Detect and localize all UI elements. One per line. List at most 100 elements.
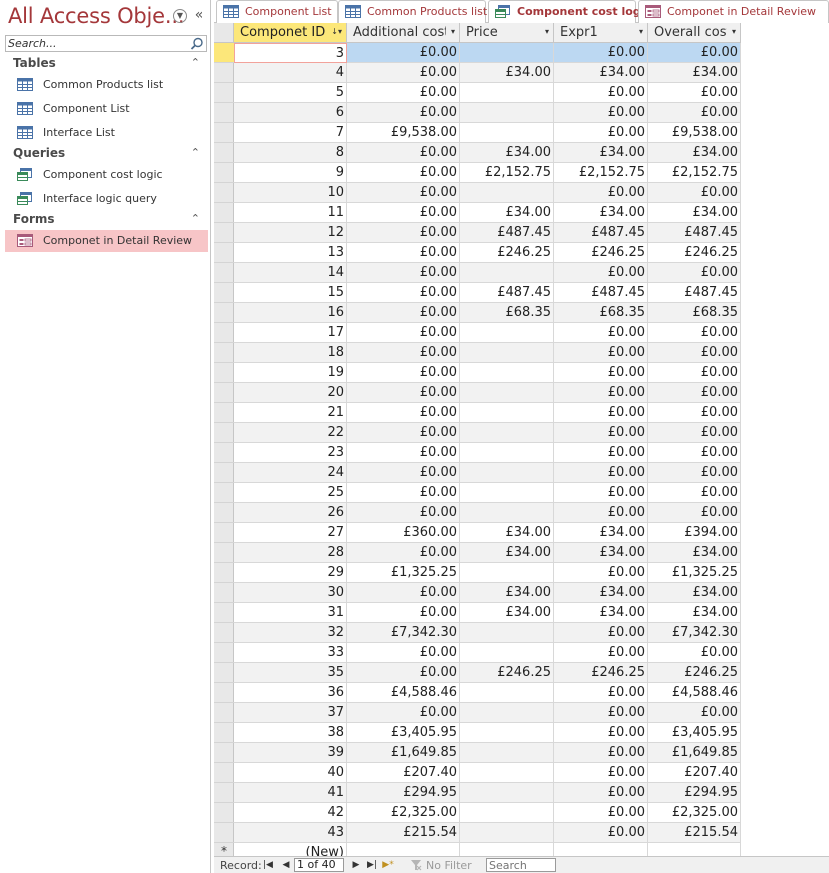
- table-cell[interactable]: £0.00: [648, 103, 741, 123]
- column-header-price[interactable]: Price ▾: [460, 23, 554, 43]
- table-cell[interactable]: £34.00: [554, 143, 648, 163]
- table-cell[interactable]: £0.00: [347, 483, 460, 503]
- table-cell[interactable]: 26: [234, 503, 347, 523]
- table-cell[interactable]: 39: [234, 743, 347, 763]
- table-cell[interactable]: £34.00: [554, 603, 648, 623]
- table-cell[interactable]: £0.00: [554, 363, 648, 383]
- table-cell[interactable]: 33: [234, 643, 347, 663]
- record-selector[interactable]: [214, 103, 234, 123]
- table-cell[interactable]: £0.00: [347, 383, 460, 403]
- table-cell[interactable]: £0.00: [347, 143, 460, 163]
- record-selector[interactable]: [214, 283, 234, 303]
- table-cell[interactable]: £487.45: [648, 283, 741, 303]
- record-selector[interactable]: [214, 123, 234, 143]
- nav-item-common-products-list[interactable]: Common Products list: [5, 74, 208, 96]
- table-cell[interactable]: [460, 783, 554, 803]
- table-cell[interactable]: [460, 323, 554, 343]
- nav-group-queries[interactable]: Queries ⌃: [5, 145, 208, 163]
- table-cell[interactable]: £0.00: [347, 503, 460, 523]
- table-cell[interactable]: £246.25: [648, 663, 741, 683]
- table-cell[interactable]: £68.35: [554, 303, 648, 323]
- table-cell[interactable]: £34.00: [648, 63, 741, 83]
- record-selector[interactable]: [214, 583, 234, 603]
- table-cell[interactable]: £0.00: [554, 263, 648, 283]
- table-row[interactable]: 14 £0.00 £0.00 £0.00: [214, 263, 829, 283]
- record-selector[interactable]: [214, 243, 234, 263]
- record-selector[interactable]: [214, 63, 234, 83]
- table-cell[interactable]: [460, 43, 554, 63]
- table-cell[interactable]: 11: [234, 203, 347, 223]
- table-cell[interactable]: £0.00: [648, 423, 741, 443]
- table-row[interactable]: 35 £0.00 £246.25 £246.25 £246.25: [214, 663, 829, 683]
- record-selector[interactable]: [214, 643, 234, 663]
- table-cell[interactable]: [460, 263, 554, 283]
- record-selector[interactable]: [214, 83, 234, 103]
- table-cell[interactable]: £0.00: [347, 343, 460, 363]
- table-cell[interactable]: £0.00: [554, 503, 648, 523]
- record-selector[interactable]: [214, 523, 234, 543]
- table-row[interactable]: 32 £7,342.30 £0.00 £7,342.30: [214, 623, 829, 643]
- table-cell[interactable]: 30: [234, 583, 347, 603]
- table-cell[interactable]: £4,588.46: [347, 683, 460, 703]
- table-cell[interactable]: £215.54: [347, 823, 460, 843]
- record-selector[interactable]: [214, 463, 234, 483]
- table-cell[interactable]: £0.00: [347, 463, 460, 483]
- table-cell[interactable]: 13: [234, 243, 347, 263]
- table-cell[interactable]: £0.00: [347, 163, 460, 183]
- table-cell[interactable]: £0.00: [347, 663, 460, 683]
- table-cell[interactable]: £0.00: [554, 383, 648, 403]
- table-cell[interactable]: £0.00: [554, 183, 648, 203]
- table-cell[interactable]: £0.00: [648, 263, 741, 283]
- tab-componet-in-detail-review[interactable]: Componet in Detail Review: [638, 0, 829, 23]
- table-cell[interactable]: £0.00: [554, 743, 648, 763]
- table-cell[interactable]: 35: [234, 663, 347, 683]
- record-selector[interactable]: [214, 183, 234, 203]
- table-cell[interactable]: 10: [234, 183, 347, 203]
- record-selector[interactable]: [214, 563, 234, 583]
- record-selector[interactable]: [214, 483, 234, 503]
- table-cell[interactable]: £215.54: [648, 823, 741, 843]
- table-cell[interactable]: £207.40: [648, 763, 741, 783]
- table-cell[interactable]: £0.00: [347, 603, 460, 623]
- table-cell[interactable]: £34.00: [648, 203, 741, 223]
- table-cell[interactable]: £0.00: [347, 323, 460, 343]
- record-selector[interactable]: [214, 303, 234, 323]
- table-cell[interactable]: £0.00: [648, 703, 741, 723]
- nav-search-input[interactable]: [8, 37, 188, 50]
- table-cell[interactable]: £0.00: [347, 63, 460, 83]
- table-cell[interactable]: £0.00: [648, 463, 741, 483]
- table-cell[interactable]: £34.00: [460, 143, 554, 163]
- table-cell[interactable]: £0.00: [347, 643, 460, 663]
- record-selector[interactable]: [214, 423, 234, 443]
- table-cell[interactable]: £68.35: [648, 303, 741, 323]
- previous-record-icon[interactable]: ◀: [280, 859, 292, 871]
- nav-item-componet-in-detail-review[interactable]: Componet in Detail Review: [5, 230, 208, 252]
- table-cell[interactable]: [460, 443, 554, 463]
- table-cell[interactable]: £3,405.95: [347, 723, 460, 743]
- record-selector[interactable]: [214, 783, 234, 803]
- table-row[interactable]: 38 £3,405.95 £0.00 £3,405.95: [214, 723, 829, 743]
- shutter-bar-collapse-icon[interactable]: «: [192, 6, 206, 24]
- table-row[interactable]: 30 £0.00 £34.00 £34.00 £34.00: [214, 583, 829, 603]
- table-row[interactable]: 26 £0.00 £0.00 £0.00: [214, 503, 829, 523]
- table-row[interactable]: 5 £0.00 £0.00 £0.00: [214, 83, 829, 103]
- record-selector[interactable]: [214, 43, 234, 63]
- chevron-up-icon[interactable]: ⌃: [191, 212, 200, 225]
- table-cell[interactable]: 15: [234, 283, 347, 303]
- record-selector[interactable]: [214, 203, 234, 223]
- table-cell[interactable]: £34.00: [554, 523, 648, 543]
- table-cell[interactable]: £294.95: [648, 783, 741, 803]
- table-cell[interactable]: 25: [234, 483, 347, 503]
- table-row[interactable]: 19 £0.00 £0.00 £0.00: [214, 363, 829, 383]
- tab-component-list[interactable]: Component List: [216, 0, 338, 23]
- table-cell[interactable]: £0.00: [554, 403, 648, 423]
- table-row[interactable]: 33 £0.00 £0.00 £0.00: [214, 643, 829, 663]
- filter-dropdown-icon[interactable]: ▾: [639, 27, 643, 36]
- nav-item-interface-logic-query[interactable]: Interface logic query: [5, 188, 208, 210]
- table-row[interactable]: 42 £2,325.00 £0.00 £2,325.00: [214, 803, 829, 823]
- table-cell[interactable]: £2,152.75: [460, 163, 554, 183]
- table-cell[interactable]: 5: [234, 83, 347, 103]
- table-cell[interactable]: £487.45: [460, 283, 554, 303]
- table-cell[interactable]: £34.00: [460, 583, 554, 603]
- table-cell[interactable]: £0.00: [648, 343, 741, 363]
